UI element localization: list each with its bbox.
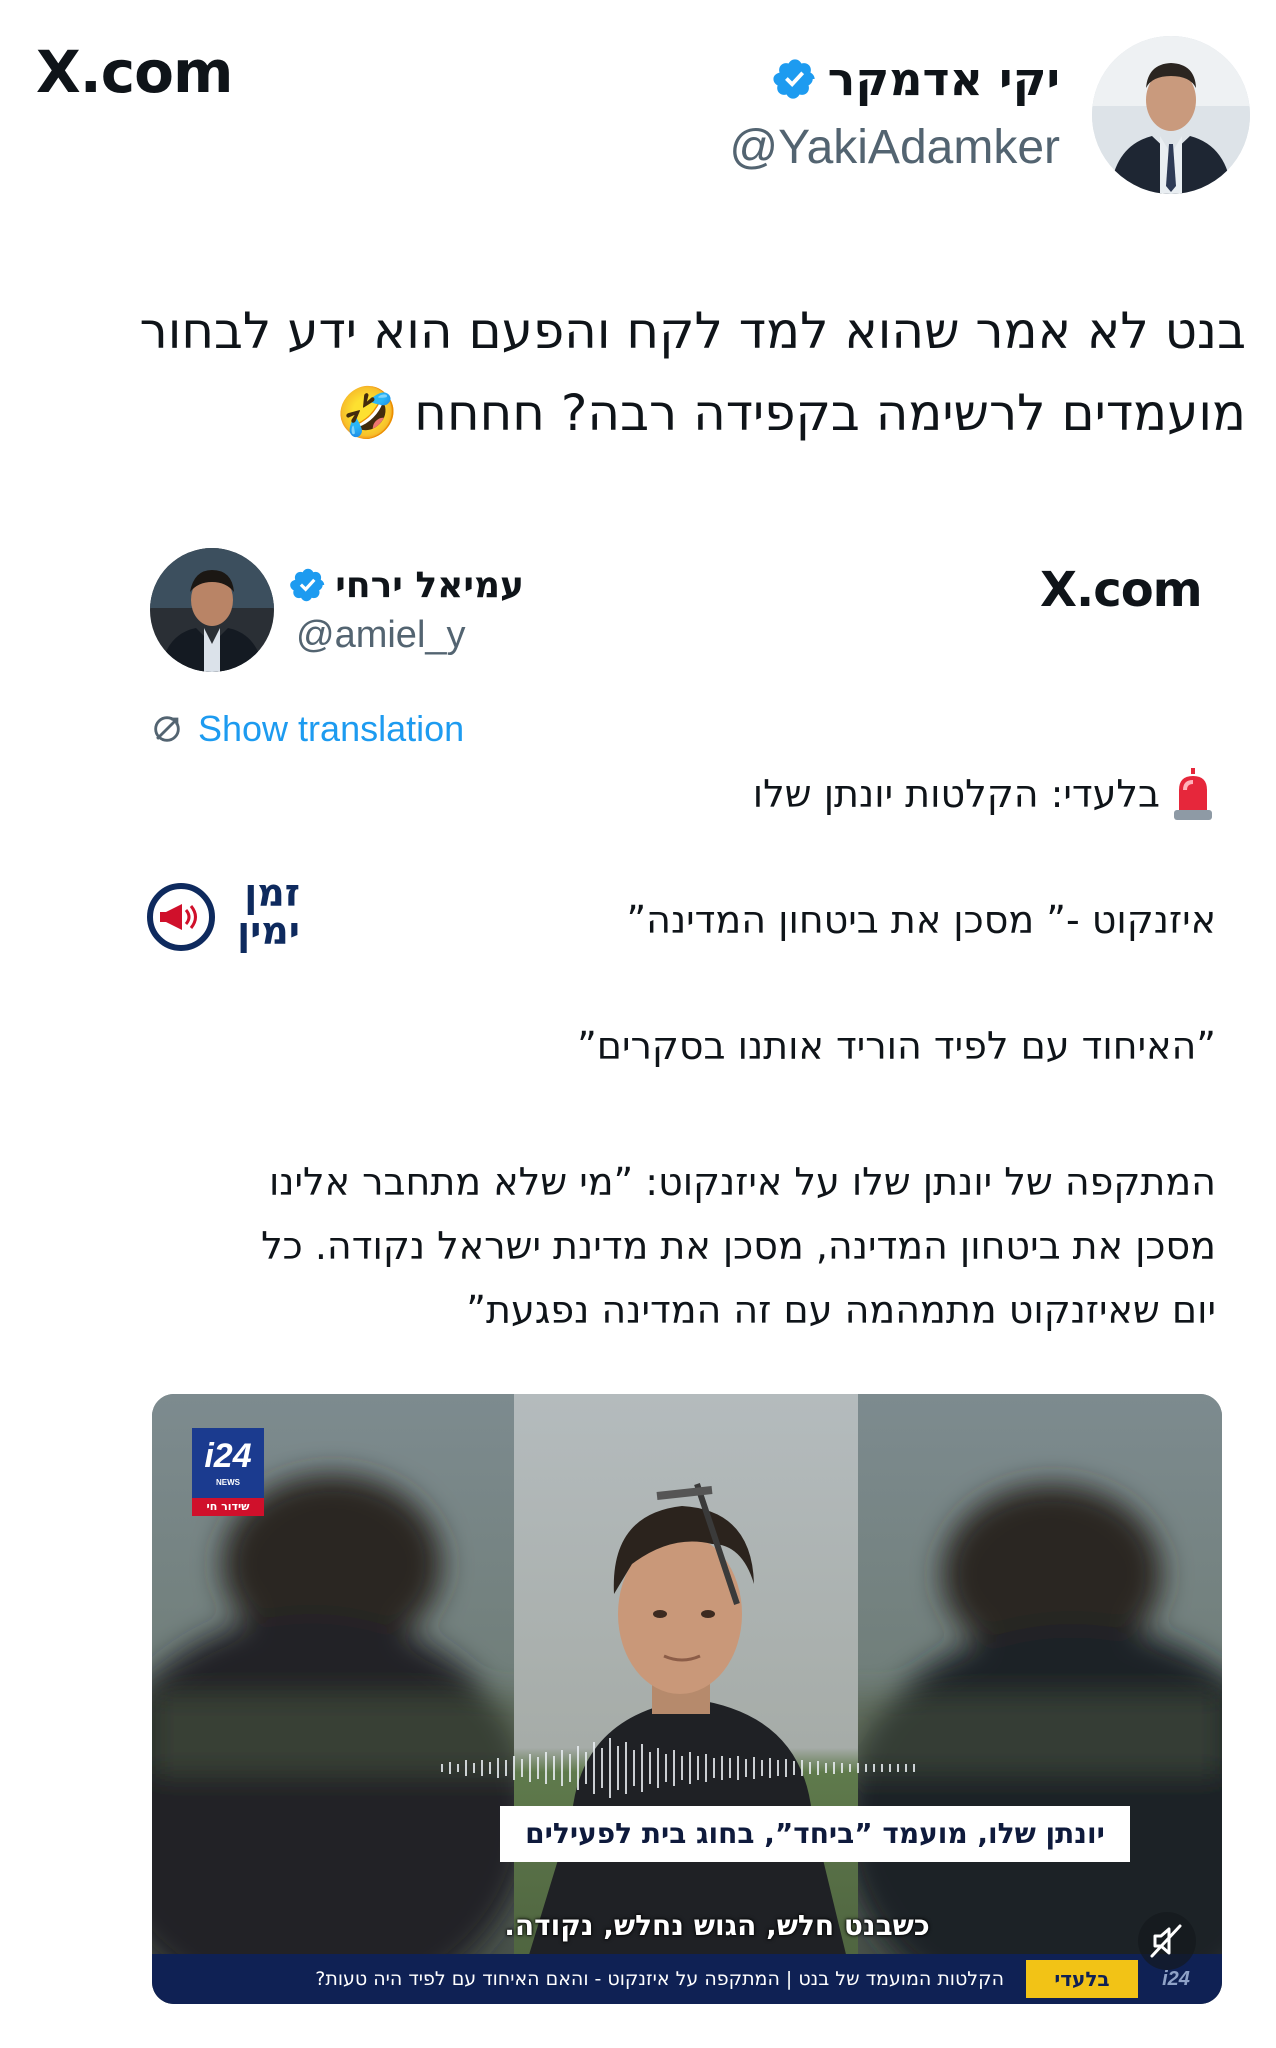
video-caption-box: יונתן שלו, מועמד ”ביחד”, בחוג בית לפעילי…: [500, 1806, 1130, 1862]
megaphone-clock-icon: [147, 883, 215, 951]
quoted-avatar-photo: [150, 548, 274, 672]
ticker-text: הקלטות המועמד של בנט | המתקפה על איזנקוט…: [315, 1968, 1004, 1990]
verified-badge-icon: [773, 59, 815, 99]
mute-button[interactable]: [1138, 1912, 1196, 1970]
i24-channel-logo: i24 NEWS: [192, 1428, 264, 1498]
zman-yamin-text: זמן ימין: [222, 874, 300, 950]
quoted-paragraph: המתקפה של יונתן שלו על איזנקוט: ”מי שלא …: [176, 1150, 1216, 1342]
x-logo: X.com: [36, 38, 233, 106]
quoted-paragraph-line: יום שאיזנקוט מתמהמה עם זה המדינה נפגעת”: [466, 1288, 1216, 1332]
verified-badge-icon: [290, 568, 325, 602]
video-caption-text: יונתן שלו, מועמד ”ביחד”, בחוג בית לפעילי…: [525, 1817, 1105, 1850]
quoted-author-handle[interactable]: @amiel_y: [296, 614, 466, 657]
quoted-paragraph-line: המתקפה של יונתן שלו על איזנקוט: ”מי שלא …: [268, 1160, 1216, 1204]
tweet-text-line: מועמדים לרשימה בקפידה רבה? חחחח 🤣: [336, 384, 1246, 442]
x-logo-text: X.com: [36, 38, 233, 106]
quoted-headline-row: בלעדי: הקלטות יונתן שלו: [753, 766, 1216, 822]
mute-icon: [1150, 1924, 1182, 1958]
video-player[interactable]: i24 NEWS שידור חי יונתן שלו, מועמד ”ביחד…: [152, 1394, 1222, 2004]
avatar-photo: [1092, 36, 1250, 194]
live-badge: שידור חי: [192, 1498, 264, 1516]
zman-yamin-line: ימין: [237, 909, 300, 953]
quoted-headline: בלעדי: הקלטות יונתן שלו: [752, 772, 1160, 816]
author-name-row: יקי אדמקר: [772, 52, 1060, 106]
author-handle[interactable]: @YakiAdamker: [729, 120, 1060, 175]
quoted-line-1: איזנקוט -” מסכן את ביטחון המדינה”: [626, 898, 1216, 942]
avatar[interactable]: [1092, 36, 1250, 194]
tweet-text-line: בנט לא אמר שהוא למד לקח והפעם הוא ידע לב…: [139, 302, 1246, 360]
quoted-x-logo: X.com: [1040, 562, 1203, 618]
quoted-avatar[interactable]: [150, 548, 274, 672]
video-subtitle: כשבנט חלש, הגוש נחלש, נקודה.: [504, 1909, 930, 1942]
quoted-author-name-row: עמיאל ירחי: [289, 563, 524, 607]
quoted-paragraph-line: מסכן את ביטחון המדינה, מסכן את מדינת ישר…: [261, 1224, 1216, 1268]
quoted-line-2: ”האיחוד עם לפיד הוריד אותנו בסקרים”: [577, 1024, 1216, 1068]
show-translation-label[interactable]: Show translation: [198, 708, 464, 750]
quoted-x-logo-text: X.com: [1040, 562, 1203, 618]
i24-channel-logo-text: i24: [204, 1437, 252, 1475]
quoted-author-display-name[interactable]: עמיאל ירחי: [335, 565, 524, 606]
i24-channel-sub: NEWS: [216, 1478, 240, 1487]
siren-emoji-icon: [1174, 768, 1212, 820]
author-display-name[interactable]: יקי אדמקר: [828, 52, 1060, 106]
news-ticker: בלעדי הקלטות המועמד של בנט | המתקפה על א…: [152, 1954, 1222, 2004]
show-translation-link[interactable]: Show translation: [150, 706, 464, 752]
zman-yamin-line: זמן: [244, 871, 300, 915]
ticker-tag: בלעדי: [1026, 1960, 1138, 1998]
translate-icon: [154, 716, 180, 742]
tweet-text: בנט לא אמר שהוא למד לקח והפעם הוא ידע לב…: [46, 290, 1246, 454]
zman-yamin-logo: זמן ימין: [146, 872, 302, 956]
